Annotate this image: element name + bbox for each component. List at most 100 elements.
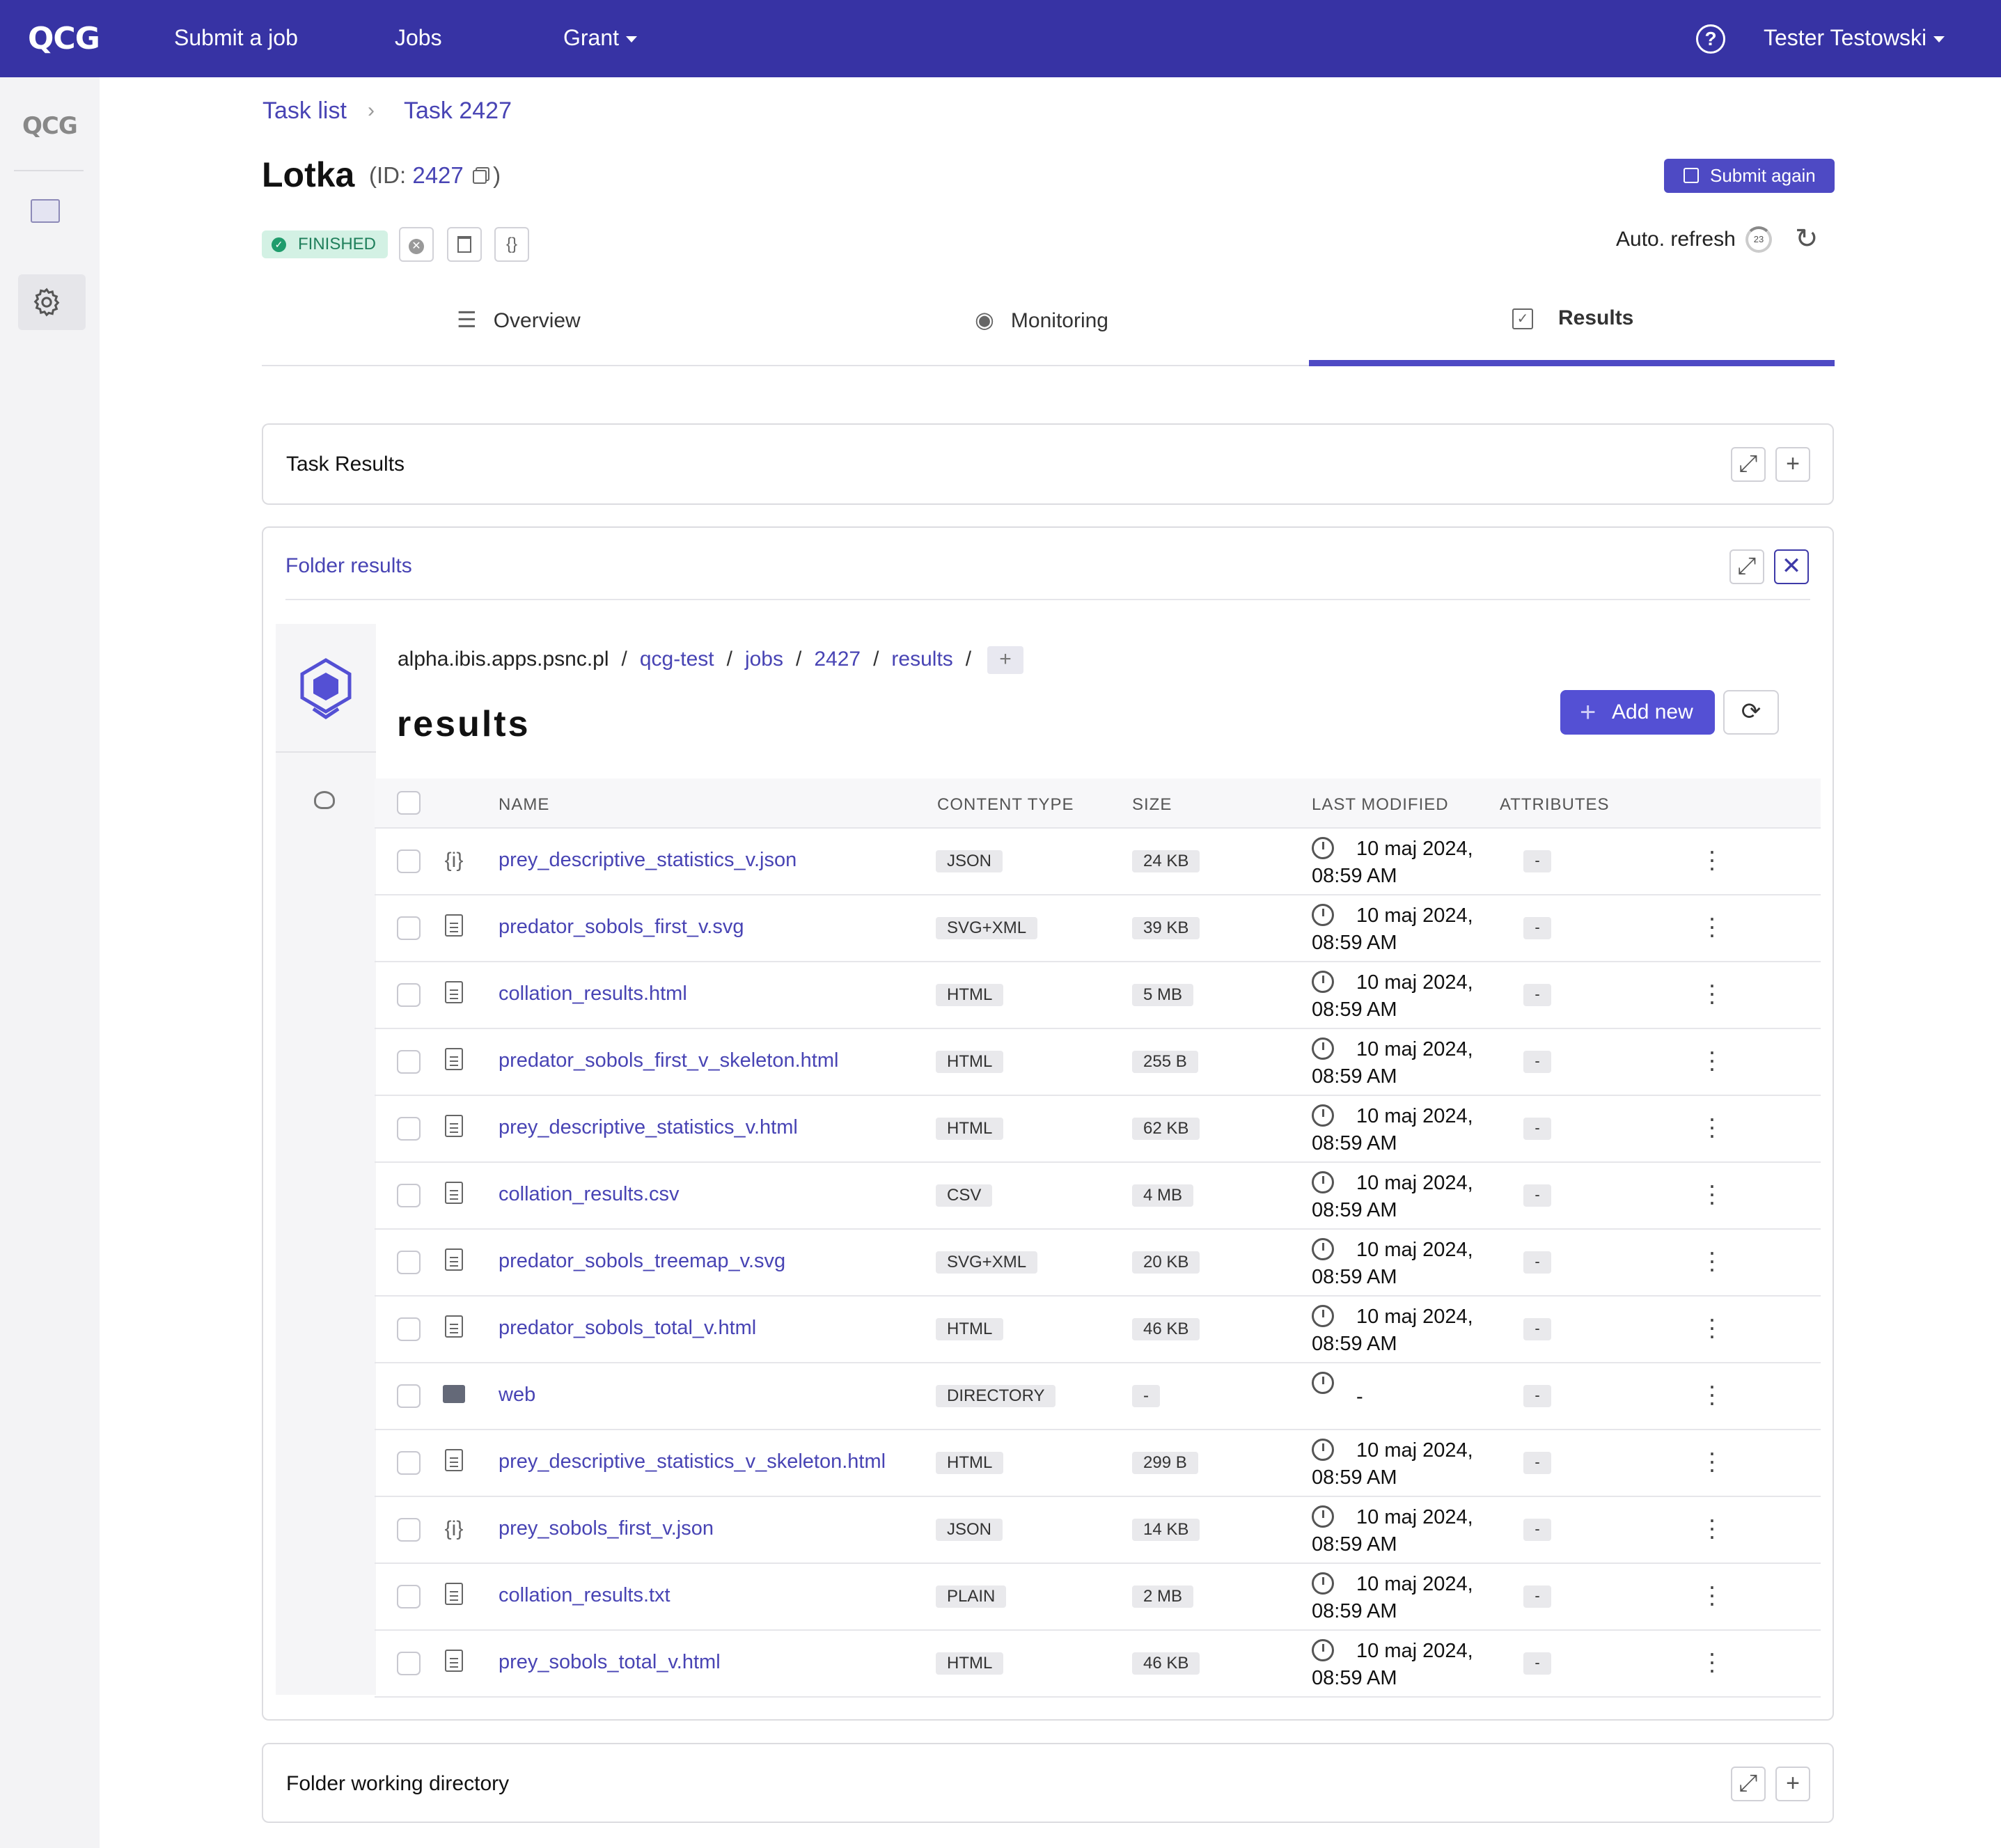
table-row[interactable]: {i} prey_sobols_first_v.json JSON 14 KB 10 m… [375,1496,1821,1563]
more-vertical-icon[interactable]: · · · [1708,1173,1716,1214]
more-vertical-icon[interactable]: · · · [1708,905,1716,947]
table-row[interactable]: {i} prey_descriptive_statistics_v.json JSO… [375,827,1821,894]
delete-task-button[interactable] [447,227,482,262]
file-name-link[interactable]: prey_descriptive_statistics_v.html [499,1116,798,1139]
row-checkbox[interactable] [397,1117,421,1141]
table-row[interactable]: collation_results.html HTML 5 MB 10 maj 202… [375,961,1821,1028]
close-icon[interactable]: ✕ [1774,549,1809,584]
column-attributes[interactable]: ATTRIBUTES [1500,795,1610,815]
table-row[interactable]: prey_descriptive_statistics_v.html HTML 62… [375,1095,1821,1161]
submit-again-button[interactable]: Submit again [1664,159,1835,193]
table-row[interactable]: predator_sobols_first_v_skeleton.html HTM… [375,1028,1821,1095]
expand-icon[interactable]: ⤢ [1731,1767,1766,1801]
table-row[interactable]: collation_results.csv CSV 4 MB 10 maj 2024,… [375,1161,1821,1228]
more-vertical-icon[interactable]: · · · [1708,1039,1716,1081]
plus-icon[interactable]: + [1775,1767,1810,1801]
table-row[interactable]: prey_descriptive_statistics_v_skeleton.h… [375,1429,1821,1496]
add-new-button[interactable]: + Add new [1560,690,1715,735]
expand-icon[interactable]: ⤢ [1731,447,1766,482]
row-checkbox[interactable] [397,1251,421,1274]
table-row[interactable]: collation_results.txt PLAIN 2 MB 10 maj 202… [375,1563,1821,1629]
plus-icon[interactable]: + [1775,447,1810,482]
more-vertical-icon[interactable]: · · · [1708,972,1716,1014]
refresh-icon[interactable]: ↻ [1795,223,1819,255]
path-segment[interactable]: qcg-test [640,648,714,671]
json-view-button[interactable]: {} [494,227,529,262]
help-icon[interactable]: ? [1696,24,1725,54]
tab-results[interactable]: ✓ Results [1512,306,1633,330]
column-size[interactable]: SIZE [1132,795,1172,815]
table-row[interactable]: predator_sobols_total_v.html HTML 46 KB 10 … [375,1295,1821,1362]
copy-icon[interactable] [472,170,487,185]
column-name[interactable]: NAME [499,795,549,815]
more-vertical-icon[interactable]: · · · [1708,1239,1716,1281]
nav-grant[interactable]: Grant [563,25,638,51]
file-name-link[interactable]: prey_descriptive_statistics_v_skeleton.h… [499,1450,886,1473]
more-vertical-icon[interactable]: · · · [1708,1440,1716,1482]
file-name-link[interactable]: predator_sobols_total_v.html [499,1317,756,1340]
file-name-link[interactable]: predator_sobols_treemap_v.svg [499,1250,785,1273]
tab-monitoring[interactable]: ◉ Monitoring [975,306,1108,333]
task-id-value[interactable]: 2427 [412,162,463,188]
table-row[interactable]: predator_sobols_first_v.svg SVG+XML 39 KB 1… [375,894,1821,961]
select-all-checkbox[interactable] [397,791,421,815]
file-name-link[interactable]: collation_results.txt [499,1584,670,1607]
storage-logo-icon [300,658,352,720]
app-logo[interactable]: QCG [28,21,100,56]
user-menu[interactable]: Tester Testowski [1764,25,1945,51]
file-name-link[interactable]: predator_sobols_first_v.svg [499,916,744,939]
sidebar-logo[interactable]: QCG [22,112,78,140]
column-content-type[interactable]: CONTENT TYPE [937,795,1074,815]
column-last-modified[interactable]: LAST MODIFIED [1312,795,1449,815]
refresh-button[interactable]: ⟳ [1723,690,1779,735]
expand-icon[interactable]: ⤢ [1729,549,1764,584]
last-modified: 10 maj 2024, 08:59 AM [1312,1638,1493,1692]
list-icon: ☰ [457,307,477,332]
cancel-task-button[interactable]: ✕ [399,227,434,262]
table-row[interactable]: prey_sobols_total_v.html HTML 46 KB 10 maj … [375,1629,1821,1696]
path-segment[interactable]: jobs [745,648,783,671]
file-name-link[interactable]: collation_results.csv [499,1183,680,1206]
row-checkbox[interactable] [397,1050,421,1074]
table-row[interactable]: web DIRECTORY - - - · · · [375,1362,1821,1429]
path-segment[interactable]: 2427 [814,648,861,671]
path-host[interactable]: alpha.ibis.apps.psnc.pl [398,648,609,671]
file-name-link[interactable]: prey_sobols_total_v.html [499,1651,721,1674]
more-vertical-icon[interactable]: · · · [1708,1641,1716,1682]
file-name-link[interactable]: prey_sobols_first_v.json [499,1517,714,1540]
row-checkbox[interactable] [397,849,421,873]
more-vertical-icon[interactable]: · · · [1708,1507,1716,1549]
folder-icon[interactable] [31,199,60,223]
sidebar-item-settings[interactable] [18,274,86,330]
row-checkbox[interactable] [397,1652,421,1675]
file-name-link[interactable]: web [499,1384,535,1407]
row-checkbox[interactable] [397,916,421,940]
row-checkbox[interactable] [397,1451,421,1475]
row-checkbox[interactable] [397,1317,421,1341]
auto-refresh-timer[interactable]: 23 [1745,226,1772,253]
file-name-link[interactable]: collation_results.html [499,982,687,1005]
file-name-link[interactable]: predator_sobols_first_v_skeleton.html [499,1049,838,1072]
add-path-button[interactable]: + [987,646,1023,674]
breadcrumb-task-list[interactable]: Task list [262,97,347,125]
storage-icon[interactable] [314,791,335,809]
breadcrumb-task[interactable]: Task 2427 [404,97,512,125]
row-checkbox[interactable] [397,1518,421,1542]
row-checkbox[interactable] [397,983,421,1007]
more-vertical-icon[interactable]: · · · [1708,1373,1716,1415]
more-vertical-icon[interactable]: · · · [1708,1306,1716,1348]
row-checkbox[interactable] [397,1585,421,1608]
row-checkbox[interactable] [397,1184,421,1207]
path-segment[interactable]: results [891,648,952,671]
nav-jobs[interactable]: Jobs [395,25,442,51]
table-row[interactable]: predator_sobols_treemap_v.svg SVG+XML 20 K… [375,1228,1821,1295]
file-name-link[interactable]: prey_descriptive_statistics_v.json [499,849,797,872]
row-checkbox[interactable] [397,1384,421,1408]
more-vertical-icon[interactable]: · · · [1708,1106,1716,1148]
last-modified: 10 maj 2024, 08:59 AM [1312,969,1493,1024]
user-name: Tester Testowski [1764,25,1927,50]
more-vertical-icon[interactable]: · · · [1708,1574,1716,1615]
more-vertical-icon[interactable]: · · · [1708,838,1716,880]
tab-overview[interactable]: ☰ Overview [457,306,581,333]
nav-submit-job[interactable]: Submit a job [174,25,298,51]
